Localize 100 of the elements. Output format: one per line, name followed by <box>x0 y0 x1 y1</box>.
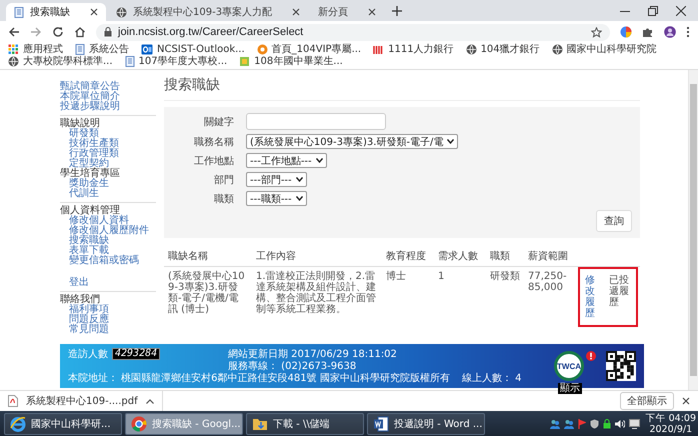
dropdown[interactable]: ---工作地點--- <box>246 153 327 168</box>
sidebar-link[interactable]: 甄試簡章公告 <box>60 82 156 92</box>
alert-icon <box>586 351 596 361</box>
menu-icon[interactable] <box>686 26 690 38</box>
table-cell: 研發類 <box>486 266 524 327</box>
address-field[interactable]: join.ncsist.org.tw/Career/CareerSelect <box>96 24 610 40</box>
dropdown[interactable]: ---部門--- <box>246 172 307 187</box>
lock-icon[interactable] <box>602 418 611 428</box>
sidebar-link[interactable]: 本院單位簡介 <box>60 92 156 102</box>
sidebar-link[interactable]: 代訓生 <box>60 189 156 199</box>
edit-resume-link[interactable]: 修改履歷 <box>585 275 603 319</box>
caret-icon <box>146 398 154 404</box>
taskbar-item[interactable]: 投遞說明 - Word ... <box>367 412 485 434</box>
dropdown[interactable]: ---職類--- <box>246 191 307 206</box>
caret-icon <box>447 139 454 144</box>
phone-number: 服務專線： (02)2673-9638 <box>228 361 358 372</box>
taskbar-item[interactable]: 國家中山科學研... <box>4 412 122 434</box>
field-label: 工作地點 <box>193 154 234 168</box>
show-all-button[interactable]: 全部顯示 <box>620 392 674 410</box>
people-icon[interactable] <box>564 418 574 428</box>
reload-icon[interactable] <box>52 26 64 38</box>
clock-time[interactable]: 下午 04:09 <box>646 412 696 424</box>
sidebar-link[interactable]: 變更信箱或密碼 <box>60 256 156 266</box>
bookmark[interactable]: NCSIST-Outlook... <box>141 44 245 55</box>
back-icon[interactable] <box>8 26 20 38</box>
browser-tab[interactable]: 搜索職缺 <box>6 3 106 21</box>
bookmark[interactable]: 應用程式 <box>8 44 63 55</box>
bookmark[interactable]: 首頁_104VIP專屬... <box>256 44 362 55</box>
bookmark[interactable]: 大專校院學科標準... <box>8 56 113 67</box>
close-icon[interactable] <box>90 8 98 16</box>
sidebar-link[interactable]: 問題反應 <box>60 315 156 325</box>
sidebar-link[interactable]: 表單下載 <box>60 246 156 256</box>
sidebar-link[interactable]: 搜索職缺 <box>60 236 156 246</box>
table-cell: 博士 <box>382 266 434 327</box>
close-icon[interactable] <box>368 8 376 16</box>
people-icon[interactable] <box>550 418 560 428</box>
caret-icon <box>296 196 303 201</box>
pdf-icon <box>8 395 18 407</box>
table-cell: 1.雷達校正法則開發，2.雷達系統架構及組件設計、建構、整合測試及工程介面管制等系統工程業務。 <box>252 266 382 327</box>
seal-badge[interactable]: TWCA <box>554 351 584 381</box>
pie-icon[interactable] <box>620 26 632 38</box>
monitor-icon[interactable] <box>628 418 640 428</box>
sidebar-link[interactable]: 修改個人履歷附件 <box>60 226 156 236</box>
lock-icon <box>104 27 112 37</box>
sidebar-link[interactable]: 福利事項 <box>60 305 156 315</box>
caret-icon <box>296 177 303 182</box>
bookmark[interactable]: 107學年度大專校... <box>124 56 228 67</box>
page-icon <box>14 6 24 18</box>
bookmark[interactable]: 國家中山科學研究院 <box>552 44 657 55</box>
scrollbar[interactable] <box>688 70 698 390</box>
restore-icon[interactable] <box>648 6 658 16</box>
close-icon[interactable] <box>682 397 690 405</box>
e-logo-icon <box>10 416 26 432</box>
dropdown[interactable]: (系統發展中心109-3專案)3.研發類-電子/電 <box>246 134 458 149</box>
puzzle-icon[interactable] <box>642 26 654 38</box>
sidebar-link[interactable]: 投遞步驟說明 <box>60 102 156 112</box>
sidebar-link[interactable]: 行政管理類 <box>60 149 156 159</box>
new-tab-icon[interactable] <box>392 6 402 16</box>
keyword-field[interactable] <box>246 113 386 130</box>
shield-icon[interactable] <box>590 418 599 428</box>
bookmark[interactable]: 108年國中畢業生... <box>239 56 343 67</box>
column-header: 薪資範圍 <box>524 246 576 266</box>
clock-date[interactable]: 2020/9/1 <box>649 424 692 434</box>
table-cell: 77,250-85,000 <box>524 266 576 327</box>
globe-icon <box>8 56 19 67</box>
visitor-counter: 4293284 <box>112 348 160 360</box>
bookmark[interactable]: 系統公告 <box>75 44 129 55</box>
sidebar-link[interactable]: 常見問題 <box>60 325 156 335</box>
browser-tab[interactable]: 新分頁 <box>310 3 384 21</box>
status-text: 已投遞履歷 <box>608 275 630 310</box>
browser-tab[interactable]: 系統製程中心109-3專案人力配 <box>108 3 308 21</box>
page-icon <box>124 56 135 67</box>
address-text: 本院地址： 桃園縣龍潭鄉佳安村6鄰中正路佳安段481號 國家中山科學研究院版權所有 <box>68 373 451 384</box>
sidebar-link[interactable]: 登出 <box>60 278 156 288</box>
visitor-label: 造訪人數 <box>68 348 108 360</box>
flag-icon[interactable] <box>578 418 586 428</box>
bookmark[interactable]: 104獵才銀行 <box>466 44 540 55</box>
apps-icon <box>8 44 19 55</box>
close-icon[interactable] <box>292 8 300 16</box>
field-label: 職務名稱 <box>193 136 234 148</box>
column-header: 需求人數 <box>434 246 486 266</box>
sidebar-link[interactable]: 獎助金生 <box>60 179 156 189</box>
sidebar-heading: 聯絡我們 <box>60 295 100 305</box>
field-label: 職類 <box>213 192 234 206</box>
taskbar-item[interactable]: 下載 - \\儲端 <box>246 412 364 434</box>
sidebar-link[interactable]: 定型契約 <box>60 159 156 169</box>
sidebar-link[interactable]: 修改個人資料 <box>60 216 156 226</box>
search-button[interactable]: 查詢 <box>596 210 632 232</box>
speaker-icon[interactable] <box>614 418 625 428</box>
sidebar-link[interactable]: 技術生產類 <box>60 139 156 149</box>
update-date: 網站更新日期 2017/06/29 18:11:02 <box>228 348 398 360</box>
online-count: 線上人數： 4 <box>462 373 523 384</box>
home-icon[interactable] <box>74 26 86 38</box>
column-header: 職缺名稱 <box>164 246 252 266</box>
sidebar-link[interactable]: 研發類 <box>60 129 156 139</box>
avatar-icon[interactable] <box>664 26 676 38</box>
bookmark[interactable]: 1111人力銀行 <box>373 44 454 55</box>
close-icon[interactable] <box>676 6 686 16</box>
star-icon[interactable] <box>591 26 602 38</box>
page-title: 搜索職缺 <box>164 73 640 101</box>
